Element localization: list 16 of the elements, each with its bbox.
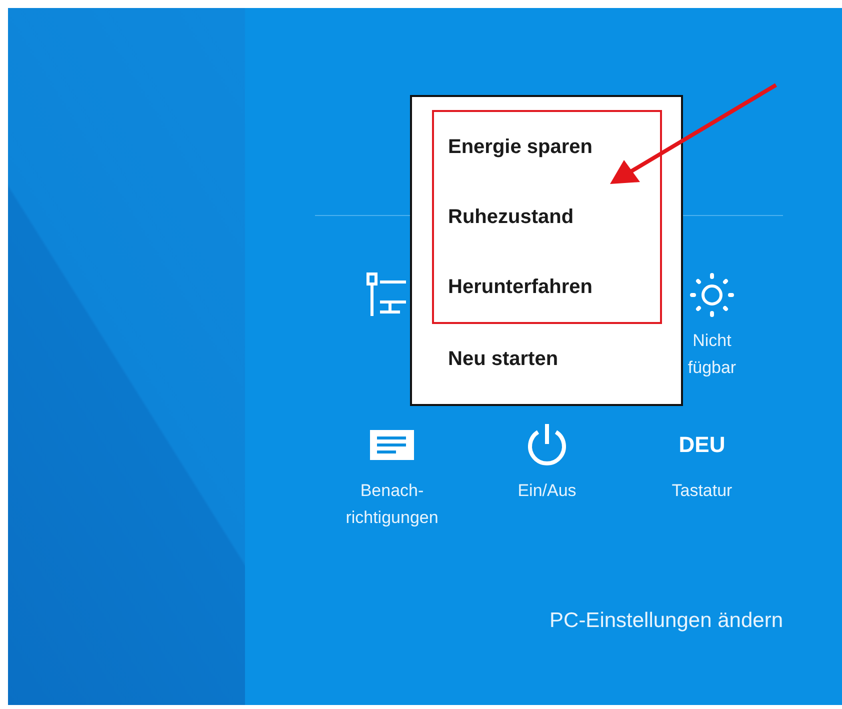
menu-item[interactable]: Neu starten <box>434 324 681 394</box>
sun-icon <box>689 272 735 318</box>
tile-label[interactable]: richtigungen <box>346 504 438 531</box>
pc-settings-link[interactable]: PC-Einstellungen ändern <box>550 609 783 633</box>
menu-item[interactable]: Ruhezustand <box>434 182 660 252</box>
ethernet-monitor-icon <box>366 272 408 318</box>
menu-item[interactable]: Energie sparen <box>434 112 660 182</box>
menu-item[interactable]: Herunterfahren <box>434 252 660 322</box>
language-indicator[interactable]: DEU <box>678 432 726 458</box>
tile-label[interactable]: Tastatur <box>672 477 732 504</box>
tile-label[interactable]: fügbar <box>688 354 736 381</box>
tile-label[interactable]: Nicht <box>692 327 732 354</box>
message-icon <box>370 430 414 460</box>
tile-label[interactable]: Benach- <box>360 477 424 504</box>
power-icon <box>525 422 569 468</box>
tile-label[interactable]: Ein/Aus <box>518 477 576 504</box>
